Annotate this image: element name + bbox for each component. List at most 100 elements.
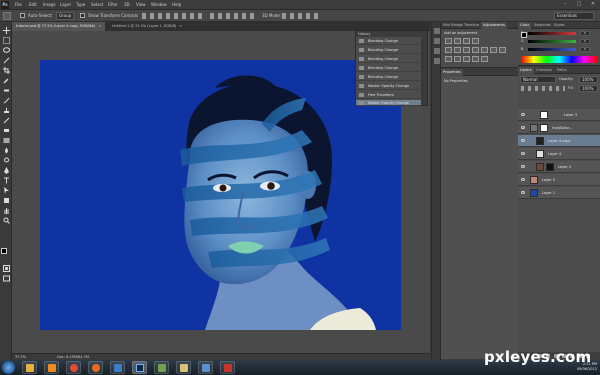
eraser-icon[interactable] bbox=[2, 126, 10, 134]
move-tool-icon[interactable] bbox=[3, 12, 11, 20]
pen-tool-icon[interactable] bbox=[2, 166, 10, 174]
taskbar-app[interactable] bbox=[198, 361, 213, 374]
foreground-color[interactable] bbox=[1, 248, 7, 254]
clone-stamp-icon[interactable] bbox=[2, 106, 10, 114]
taskbar-app[interactable] bbox=[176, 361, 191, 374]
tab-layers[interactable]: Layers bbox=[518, 67, 534, 74]
posterize-icon[interactable] bbox=[454, 56, 461, 62]
channel-mixer-icon[interactable] bbox=[490, 47, 497, 53]
tab-color[interactable]: Color bbox=[518, 22, 532, 29]
red-value[interactable]: 0 bbox=[580, 31, 590, 36]
tab-timeline[interactable]: Timeline bbox=[462, 22, 481, 29]
align-icons[interactable] bbox=[142, 13, 202, 19]
red-slider[interactable] bbox=[528, 32, 576, 35]
menu-file[interactable]: File bbox=[15, 0, 22, 10]
layer-row-selected[interactable]: Layer 4 copy bbox=[518, 135, 600, 147]
gradient-tool-icon[interactable] bbox=[2, 136, 10, 144]
layer-name[interactable]: Hue/Satur... bbox=[552, 122, 573, 134]
taskbar-app[interactable] bbox=[88, 361, 103, 374]
taskbar-app[interactable] bbox=[220, 361, 235, 374]
visibility-eye-icon[interactable] bbox=[521, 126, 525, 129]
history-brush-icon[interactable] bbox=[2, 116, 10, 124]
layer-name[interactable]: Layer 0 bbox=[542, 174, 555, 186]
close-tab-icon[interactable]: × bbox=[179, 24, 182, 28]
layer-row[interactable]: Hue/Satur... bbox=[518, 122, 600, 134]
history-panel-icon[interactable] bbox=[434, 28, 440, 34]
layer-name[interactable]: Layer 1 bbox=[542, 187, 555, 199]
visibility-eye-icon[interactable] bbox=[521, 113, 525, 116]
taskbar-app[interactable] bbox=[154, 361, 169, 374]
rectangle-tool-icon[interactable] bbox=[2, 196, 10, 204]
menu-edit[interactable]: Edit bbox=[29, 0, 37, 10]
blue-slider[interactable] bbox=[528, 48, 576, 51]
minimize-icon[interactable]: – bbox=[558, 0, 572, 9]
visibility-eye-icon[interactable] bbox=[521, 152, 525, 155]
blue-value[interactable]: 0 bbox=[580, 47, 590, 52]
eyedropper-icon[interactable] bbox=[2, 76, 10, 84]
taskbar-app[interactable] bbox=[22, 361, 37, 374]
paragraph-panel-icon[interactable] bbox=[434, 58, 440, 64]
history-item[interactable]: Free Transform bbox=[356, 91, 421, 99]
move-tool-icon[interactable] bbox=[2, 26, 10, 34]
color-swatches[interactable] bbox=[1, 248, 11, 258]
layer-name[interactable]: Layer 4 copy bbox=[548, 135, 571, 147]
history-item[interactable]: Blending Change bbox=[356, 55, 421, 63]
tab-adjustments[interactable]: Adjustments bbox=[481, 22, 507, 29]
workspace-dropdown[interactable]: Essentials bbox=[554, 12, 594, 20]
hand-tool-icon[interactable] bbox=[2, 206, 10, 214]
taskbar-app[interactable] bbox=[44, 361, 59, 374]
3d-mode-icons[interactable] bbox=[282, 13, 322, 19]
history-item[interactable]: Blending Change bbox=[356, 46, 421, 54]
green-slider[interactable] bbox=[528, 40, 576, 43]
layer-name[interactable]: Layer 3 bbox=[564, 109, 577, 121]
visibility-eye-icon[interactable] bbox=[521, 191, 525, 194]
menu-view[interactable]: View bbox=[136, 0, 146, 10]
menu-3d[interactable]: 3D bbox=[124, 0, 130, 10]
doc-tab-untitled[interactable]: Untitled-1 @ 33.3% (Layer 1, RGB/8) × bbox=[108, 22, 186, 31]
type-tool-icon[interactable] bbox=[2, 176, 10, 184]
healing-brush-icon[interactable] bbox=[2, 86, 10, 94]
layer-row[interactable]: Layer 4 bbox=[518, 148, 600, 160]
invert-icon[interactable] bbox=[445, 56, 452, 62]
layer-row[interactable]: Layer 1 bbox=[518, 187, 600, 199]
lock-icons[interactable] bbox=[521, 86, 565, 91]
history-item[interactable]: Blending Change bbox=[356, 37, 421, 45]
menu-type[interactable]: Type bbox=[76, 0, 85, 10]
menu-help[interactable]: Help bbox=[172, 0, 181, 10]
character-panel-icon[interactable] bbox=[434, 48, 440, 54]
history-item-selected[interactable]: Master Opacity Change bbox=[356, 100, 421, 106]
curves-icon[interactable] bbox=[463, 38, 470, 44]
vibrance-icon[interactable] bbox=[445, 47, 452, 53]
visibility-eye-icon[interactable] bbox=[521, 165, 525, 168]
taskbar-app[interactable] bbox=[110, 361, 125, 374]
auto-select-checkbox[interactable] bbox=[20, 13, 25, 18]
history-item[interactable]: Blending Change bbox=[356, 64, 421, 72]
magic-wand-icon[interactable] bbox=[2, 56, 10, 64]
history-item[interactable]: Blending Change bbox=[356, 73, 421, 81]
layer-name[interactable]: Layer 2 bbox=[558, 161, 571, 173]
screen-mode-icon[interactable] bbox=[2, 274, 10, 282]
tab-paths[interactable]: Paths bbox=[555, 67, 569, 74]
taskbar-app-active[interactable] bbox=[132, 361, 147, 374]
exposure-icon[interactable] bbox=[472, 38, 479, 44]
menu-select[interactable]: Select bbox=[91, 0, 103, 10]
dodge-tool-icon[interactable] bbox=[2, 156, 10, 164]
layer-name[interactable]: Layer 4 bbox=[548, 148, 561, 160]
blend-mode-dropdown[interactable]: Normal bbox=[520, 76, 556, 83]
history-item[interactable]: Master Opacity Change bbox=[356, 82, 421, 90]
auto-select-dropdown[interactable]: Group bbox=[56, 12, 74, 20]
path-selection-icon[interactable] bbox=[2, 186, 10, 194]
menu-filter[interactable]: Filter bbox=[108, 0, 118, 10]
color-balance-icon[interactable] bbox=[463, 47, 470, 53]
threshold-icon[interactable] bbox=[463, 56, 470, 62]
visibility-eye-icon[interactable] bbox=[521, 139, 525, 142]
menu-image[interactable]: Image bbox=[43, 0, 56, 10]
start-button-icon[interactable] bbox=[2, 361, 15, 374]
green-value[interactable]: 0 bbox=[580, 39, 590, 44]
menu-window[interactable]: Window bbox=[151, 0, 167, 10]
selective-color-icon[interactable] bbox=[481, 56, 488, 62]
tab-swatches[interactable]: Swatches bbox=[532, 22, 553, 29]
layer-row[interactable]: Layer 0 bbox=[518, 174, 600, 186]
taskbar-app[interactable] bbox=[66, 361, 81, 374]
distribute-icons[interactable] bbox=[210, 13, 255, 19]
